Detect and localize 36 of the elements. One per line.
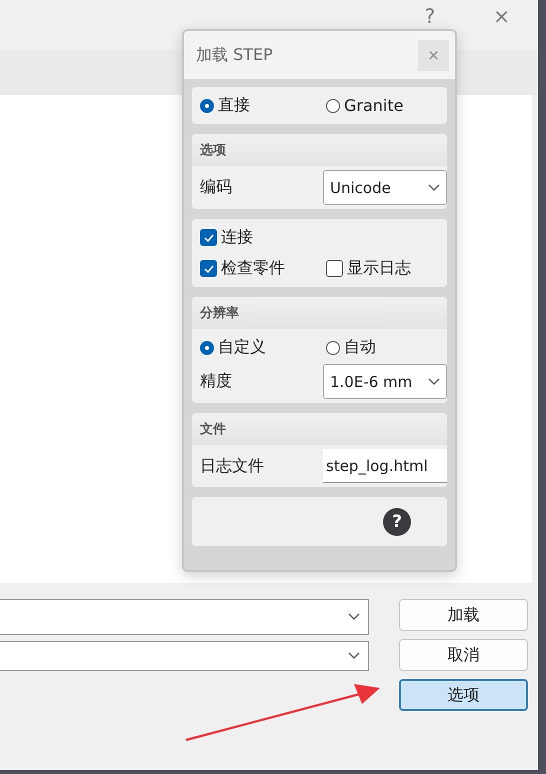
help-button[interactable]: ? xyxy=(420,5,440,27)
close-button[interactable]: × xyxy=(489,5,514,27)
field-label: 日志文件 xyxy=(200,456,264,476)
radio-option[interactable]: Granite xyxy=(326,95,439,116)
field-label: 精度 xyxy=(200,371,232,392)
chevron-down-icon xyxy=(428,184,440,192)
help-button[interactable]: ? xyxy=(383,508,411,536)
field-label: 编码 xyxy=(200,177,232,198)
encoding-dropdown[interactable]: Unicode xyxy=(323,170,447,205)
radio-icon[interactable] xyxy=(200,340,214,354)
dialog-button[interactable]: 加载 xyxy=(399,599,528,631)
section-header: 选项 xyxy=(192,134,447,166)
dialog-button[interactable]: 选项 xyxy=(399,679,528,711)
chevron-down-icon xyxy=(428,378,440,386)
section-header: 分辨率 xyxy=(192,297,447,329)
dropdown[interactable] xyxy=(0,641,369,671)
chevron-down-icon xyxy=(348,613,360,621)
radio-option[interactable]: 自动 xyxy=(326,337,439,358)
checkbox-icon[interactable] xyxy=(200,260,217,277)
checkbox-option[interactable]: 显示日志 xyxy=(326,258,439,279)
section-header: 文件 xyxy=(192,413,447,445)
dropdown[interactable] xyxy=(0,599,369,635)
radio-icon[interactable] xyxy=(200,98,214,112)
checkbox-option[interactable]: 连接 xyxy=(200,227,439,248)
log-file-field[interactable]: step_log.html xyxy=(323,449,447,483)
checkbox-icon[interactable] xyxy=(326,260,343,277)
radio-option[interactable]: 直接 xyxy=(200,95,326,116)
dialog-title: 加载 STEP xyxy=(196,44,273,66)
radio-option[interactable]: 自定义 xyxy=(200,337,326,358)
checkbox-icon[interactable] xyxy=(200,229,217,246)
chevron-down-icon xyxy=(348,652,360,660)
precision-dropdown[interactable]: 1.0E-6 mm xyxy=(323,364,447,399)
radio-icon[interactable] xyxy=(326,98,340,112)
dialog-button[interactable]: 取消 xyxy=(399,639,528,671)
checkbox-option[interactable]: 检查零件 xyxy=(200,258,326,279)
radio-icon[interactable] xyxy=(326,340,340,354)
